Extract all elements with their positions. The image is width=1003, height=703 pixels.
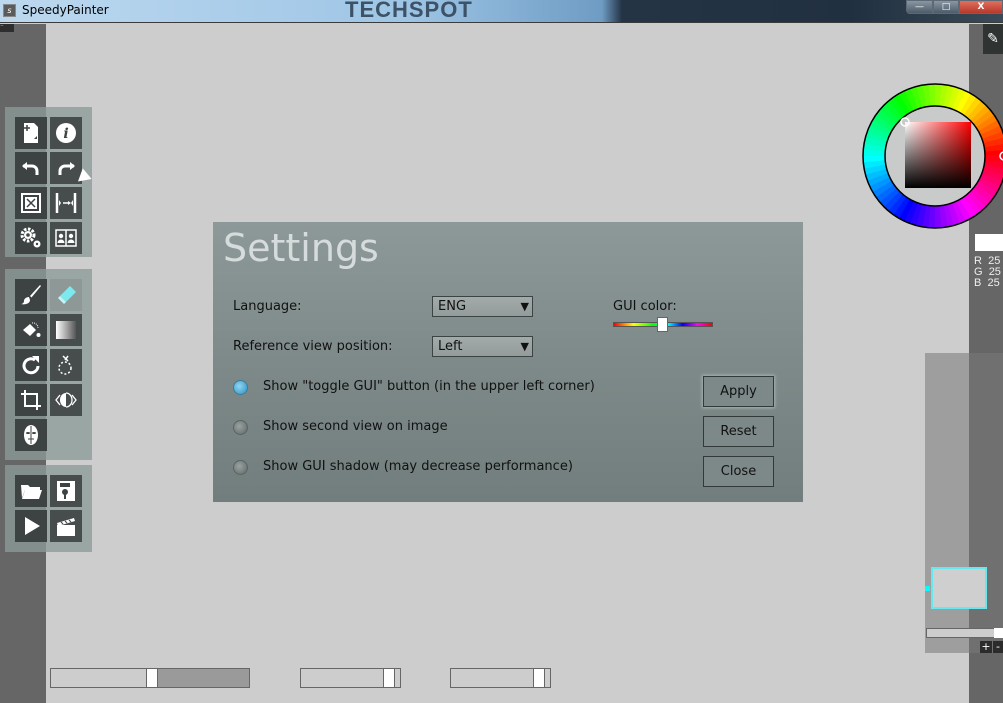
gears-icon (20, 227, 41, 248)
info-button[interactable]: i (50, 117, 82, 149)
blue-value: 25 (987, 277, 1000, 289)
eraser-tool-button[interactable] (50, 279, 82, 311)
brush-size-slider-thumb[interactable] (146, 668, 158, 688)
color-panel-toggle-button[interactable]: ✎ (983, 24, 1003, 54)
brush-icon: ✎ (987, 31, 999, 47)
tool-panel-painting (5, 269, 92, 460)
toggle-gui-icon: ⁻ (0, 23, 4, 31)
dialog-title: Settings (223, 226, 379, 270)
play-icon (25, 517, 40, 535)
blue-label: B (974, 277, 982, 289)
tool-panel-file (5, 465, 92, 552)
fit-view-button[interactable] (15, 187, 47, 219)
gradient-tool-button[interactable] (50, 314, 82, 346)
reference-view-button[interactable] (50, 222, 82, 254)
close-button[interactable]: Close (703, 456, 774, 487)
undo-button[interactable] (15, 152, 47, 184)
lasso-icon (58, 355, 72, 375)
settings-button[interactable] (15, 222, 47, 254)
option-second-view-radio[interactable] (233, 420, 248, 435)
reference-view-select[interactable]: Left ▼ (432, 336, 533, 357)
minimize-button[interactable]: — (906, 0, 933, 14)
new-page-icon (24, 123, 38, 143)
current-color-swatch (975, 234, 1003, 251)
dropdown-arrow-icon: ▼ (520, 340, 529, 353)
reference-view-label: Reference view position: (233, 339, 393, 354)
gui-color-label: GUI color: (613, 299, 677, 314)
zoom-in-button[interactable]: + (980, 641, 992, 653)
navigator-zoom-thumb[interactable] (994, 628, 1003, 638)
flow-slider[interactable] (450, 668, 551, 688)
blue-readout: B 25 (974, 277, 1000, 289)
floppy-icon (57, 481, 75, 501)
brush-size-slider[interactable] (50, 668, 250, 688)
opacity-slider-thumb[interactable] (383, 668, 395, 688)
title-bar: s SpeedyPainter TECHSPOT — □ X (0, 0, 1003, 23)
navigator-zoom-slider[interactable] (926, 628, 996, 638)
svg-text:i: i (63, 126, 68, 142)
clapperboard-icon (57, 518, 75, 536)
fit-screen-icon (21, 193, 41, 213)
redo-icon (58, 162, 75, 175)
gradient-icon (56, 321, 76, 339)
flip-horizontal-icon (55, 193, 77, 213)
navigator-handle[interactable] (925, 586, 930, 591)
fill-tool-button[interactable] (15, 314, 47, 346)
speedypainter-window: s SpeedyPainter TECHSPOT — □ X ⁻ ✎ i Set… (0, 0, 1003, 703)
option-toggle-gui-radio[interactable] (233, 380, 248, 395)
lasso-tool-button[interactable] (50, 349, 82, 381)
gui-color-slider-thumb[interactable] (657, 317, 668, 332)
new-image-button[interactable] (15, 117, 47, 149)
open-button[interactable] (15, 475, 47, 507)
folder-icon (21, 485, 42, 499)
option-gui-shadow-label: Show GUI shadow (may decrease performanc… (263, 459, 573, 474)
brush-size-slider-track-fill (158, 669, 249, 687)
language-select[interactable]: ENG ▼ (432, 296, 533, 317)
paint-bucket-icon (23, 322, 41, 337)
record-button[interactable] (50, 510, 82, 542)
background-watermark: TECHSPOT (345, 0, 473, 22)
opacity-slider[interactable] (300, 668, 401, 688)
info-icon: i (56, 123, 76, 143)
window-title: SpeedyPainter (22, 3, 109, 17)
reset-button[interactable]: Reset (703, 416, 774, 447)
close-window-button[interactable]: X (959, 0, 1003, 14)
mirror-tool-button[interactable] (50, 384, 82, 416)
option-toggle-gui-label: Show "toggle GUI" button (in the upper l… (263, 379, 595, 394)
window-controls: — □ X (906, 0, 1003, 14)
option-second-view-label: Show second view on image (263, 419, 448, 434)
option-gui-shadow-radio[interactable] (233, 460, 248, 475)
dropdown-arrow-icon: ▼ (520, 300, 529, 313)
flow-slider-thumb[interactable] (533, 668, 545, 688)
crop-icon (21, 390, 41, 410)
settings-dialog: Settings Language: ENG ▼ Reference view … (213, 222, 803, 502)
rotate-tool-button[interactable] (15, 349, 47, 381)
flip-view-button[interactable] (50, 187, 82, 219)
brush-icon (21, 285, 41, 305)
red-readout: R 25 (974, 256, 1000, 267)
undo-icon (22, 162, 39, 175)
play-button[interactable] (15, 510, 47, 542)
apply-button[interactable]: Apply (703, 376, 774, 407)
app-icon: s (3, 4, 16, 17)
reference-view-value: Left (438, 339, 463, 354)
redo-button[interactable] (50, 152, 82, 184)
save-button[interactable] (50, 475, 82, 507)
reference-view-icon (55, 229, 77, 247)
toggle-gui-button[interactable]: ⁻ (0, 24, 14, 32)
mask-tool-button[interactable] (15, 419, 47, 451)
mask-icon (24, 425, 38, 445)
mirror-icon (55, 392, 77, 408)
color-wheel[interactable] (862, 80, 1003, 232)
navigator-viewport[interactable] (931, 567, 987, 609)
zoom-out-button[interactable]: - (993, 641, 1003, 653)
eraser-icon (58, 286, 76, 304)
maximize-button[interactable]: □ (933, 0, 959, 14)
green-readout: G 25 (974, 267, 1001, 278)
language-label: Language: (233, 299, 302, 314)
crop-tool-button[interactable] (15, 384, 47, 416)
brush-tool-button[interactable] (15, 279, 47, 311)
rotate-icon (22, 356, 40, 375)
language-value: ENG (438, 299, 467, 314)
